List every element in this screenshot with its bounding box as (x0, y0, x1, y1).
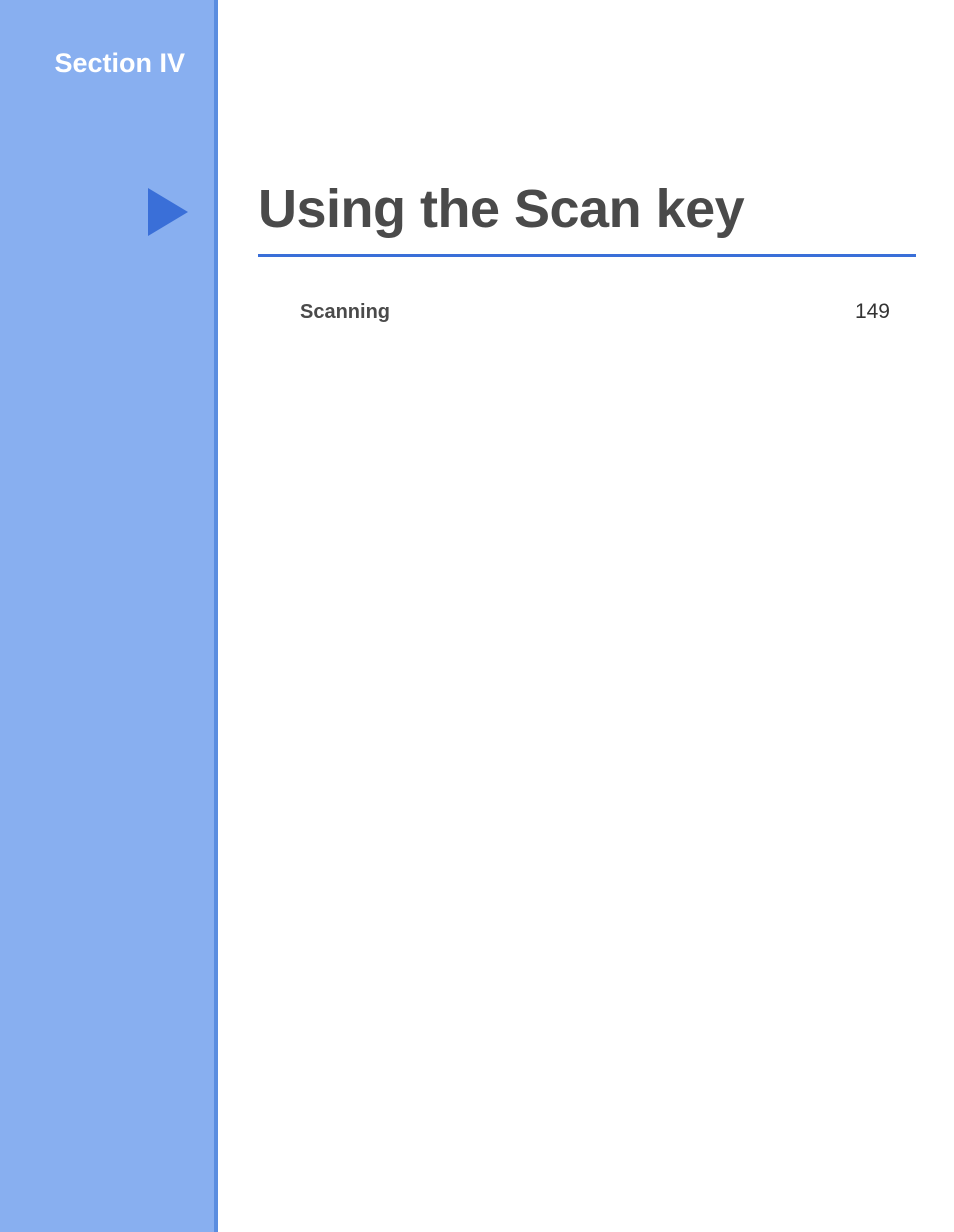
sidebar-divider (214, 0, 218, 1232)
play-triangle-icon (148, 188, 188, 236)
title-underline (258, 254, 916, 257)
page-title: Using the Scan key (258, 178, 744, 240)
section-label: Section IV (0, 48, 185, 79)
toc-entry-label: Scanning (300, 301, 390, 324)
toc-entry: Scanning 149 (300, 300, 890, 324)
toc-entry-page: 149 (855, 300, 890, 324)
sidebar: Section IV (0, 0, 218, 1232)
